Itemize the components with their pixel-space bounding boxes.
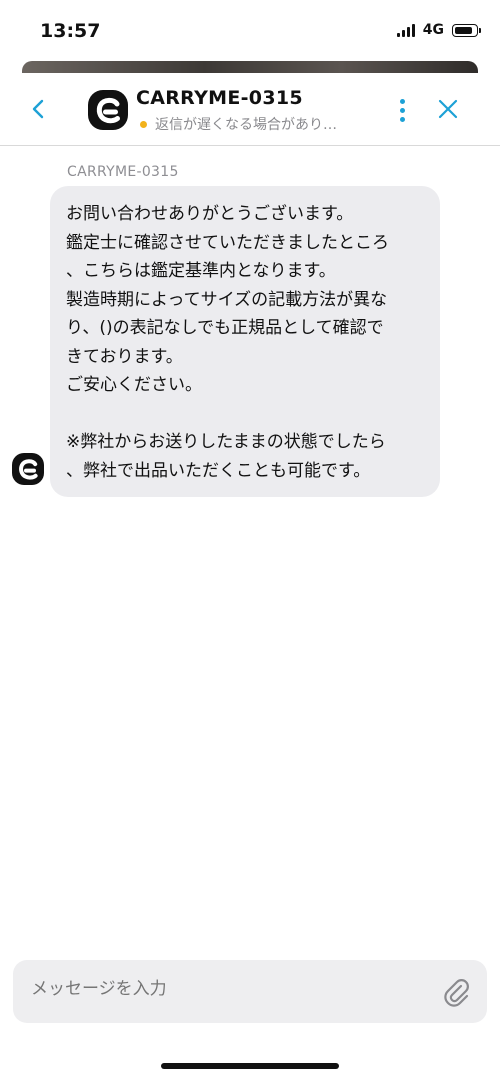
status-time: 13:57 <box>40 20 101 42</box>
home-indicator <box>161 1063 339 1069</box>
signal-icon <box>396 23 415 37</box>
attach-button[interactable] <box>441 977 471 1007</box>
carryme-logo-icon <box>88 90 128 130</box>
chat-header: CARRYME-0315 返信が遅くなる場合があり… <box>0 73 500 146</box>
close-icon <box>438 99 458 119</box>
more-options-button[interactable] <box>392 95 412 125</box>
chat-subtitle: 返信が遅くなる場合があり… <box>140 114 337 134</box>
close-button[interactable] <box>434 95 462 123</box>
chat-title: CARRYME-0315 <box>136 87 303 109</box>
status-dot-icon <box>140 120 147 128</box>
message-composer <box>13 960 487 1023</box>
paperclip-icon <box>444 979 469 1007</box>
message-bubble: お問い合わせありがとうございます。 鑑定士に確認させていただきましたところ 、こ… <box>50 186 440 497</box>
message-input[interactable] <box>31 979 411 999</box>
background-photo-edge <box>22 61 478 73</box>
message-sender-name: CARRYME-0315 <box>67 164 179 180</box>
status-bar: 13:57 4G <box>0 0 500 60</box>
back-button[interactable] <box>24 95 52 123</box>
reply-delay-notice: 返信が遅くなる場合があり… <box>155 117 337 133</box>
sender-avatar-icon <box>12 453 44 485</box>
status-indicators: 4G <box>396 22 481 38</box>
network-type: 4G <box>422 22 444 38</box>
battery-icon <box>452 23 481 37</box>
chevron-left-icon <box>32 99 44 119</box>
